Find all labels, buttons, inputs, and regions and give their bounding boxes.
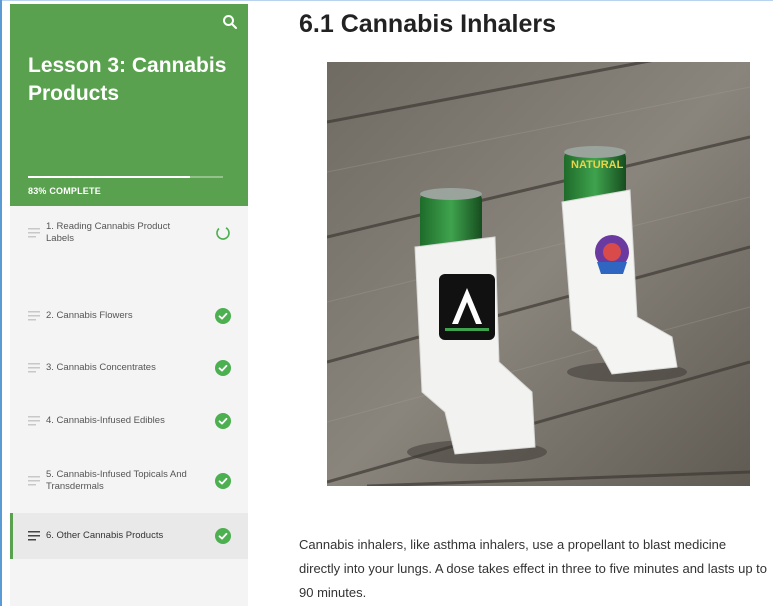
- list-lines-icon: [28, 228, 40, 238]
- list-lines-icon: [28, 311, 40, 321]
- check-circle-icon: [215, 528, 231, 544]
- list-lines-icon: [28, 363, 40, 373]
- frame-top-border: [0, 0, 773, 1]
- check-circle-icon: [215, 360, 231, 376]
- sidebar-item-label: 3. Cannabis Concentrates: [46, 362, 156, 373]
- list-lines-icon: [28, 476, 40, 486]
- sidebar-item-label: 4. Cannabis-Infused Edibles: [46, 415, 165, 426]
- sidebar-item-flowers[interactable]: 2. Cannabis Flowers: [10, 293, 248, 339]
- frame-left-border: [0, 0, 2, 606]
- lesson-title: Lesson 3: Cannabis Products: [28, 54, 227, 105]
- progress-label: 83% COMPLETE: [28, 186, 101, 196]
- progress-bar: [28, 176, 223, 178]
- sidebar-item-edibles[interactable]: 4. Cannabis-Infused Edibles: [10, 398, 248, 444]
- inhalers-photo: NATURAL: [327, 62, 750, 486]
- sidebar-item-other-products[interactable]: 6. Other Cannabis Products: [10, 513, 248, 559]
- sidebar-item-label: 2. Cannabis Flowers: [46, 310, 133, 321]
- search-icon[interactable]: [222, 14, 238, 30]
- check-circle-icon: [215, 473, 231, 489]
- sidebar-item-concentrates[interactable]: 3. Cannabis Concentrates: [10, 345, 248, 391]
- svg-text:NATURAL: NATURAL: [571, 159, 624, 171]
- sidebar-header: Lesson 3: Cannabis Products 83% COMPLETE: [10, 4, 248, 206]
- sidebar-item-topicals[interactable]: 5. Cannabis-Infused Topicals And Transde…: [10, 458, 248, 504]
- progress-fill: [28, 176, 190, 178]
- sidebar-item-reading-labels[interactable]: 1. Reading Cannabis Product Labels: [10, 210, 248, 256]
- check-circle-icon: [215, 413, 231, 429]
- list-lines-icon: [28, 531, 40, 541]
- check-circle-icon: [215, 308, 231, 324]
- list-lines-icon: [28, 416, 40, 426]
- page-title: 6.1 Cannabis Inhalers: [299, 10, 557, 38]
- lesson-paragraph: Cannabis inhalers, like asthma inhalers,…: [299, 537, 768, 600]
- sidebar-item-label: 6. Other Cannabis Products: [46, 530, 164, 541]
- sidebar-item-label: 1. Reading Cannabis Product Labels: [46, 221, 171, 244]
- course-sidebar: Lesson 3: Cannabis Products 83% COMPLETE…: [10, 4, 248, 606]
- in-progress-icon: [216, 226, 230, 240]
- sidebar-item-label: 5. Cannabis-Infused Topicals And Transde…: [46, 469, 187, 492]
